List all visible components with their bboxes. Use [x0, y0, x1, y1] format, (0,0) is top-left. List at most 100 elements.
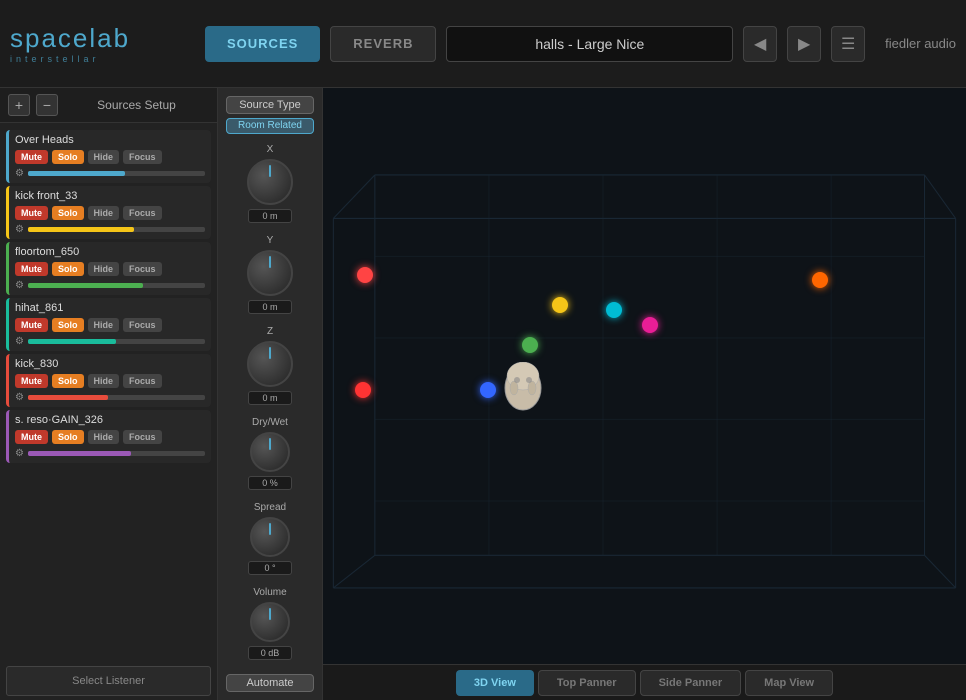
source-name-1: Over Heads	[15, 134, 205, 146]
view-tab-map[interactable]: Map View	[745, 670, 833, 696]
gear-icon-3[interactable]: ⚙	[15, 280, 24, 291]
solo-btn-1[interactable]: Solo	[52, 150, 84, 164]
hide-btn-6[interactable]: Hide	[88, 430, 120, 444]
gear-icon-1[interactable]: ⚙	[15, 168, 24, 179]
menu-button[interactable]: ☰	[831, 26, 865, 62]
automate-button[interactable]: Automate	[226, 674, 314, 692]
logo: spacelab interstellar	[10, 23, 195, 64]
focus-btn-4[interactable]: Focus	[123, 318, 162, 332]
source-dot-d4[interactable]	[606, 302, 622, 318]
volume-control: Volume 0 dB	[218, 587, 322, 660]
source-controls-6: Mute Solo Hide Focus	[15, 430, 205, 444]
mute-btn-6[interactable]: Mute	[15, 430, 48, 444]
y-knob[interactable]	[247, 250, 293, 296]
z-control: Z 0 m	[218, 326, 322, 405]
volume-knob[interactable]	[250, 602, 290, 642]
preset-display: halls - Large Nice	[446, 26, 733, 62]
source-fader-3: ⚙	[15, 280, 205, 291]
solo-btn-4[interactable]: Solo	[52, 318, 84, 332]
topbar: spacelab interstellar SOURCES REVERB hal…	[0, 0, 966, 88]
z-knob[interactable]	[247, 341, 293, 387]
fader-bar-6[interactable]	[28, 451, 205, 456]
z-label: Z	[267, 326, 273, 337]
solo-btn-6[interactable]: Solo	[52, 430, 84, 444]
mute-btn-3[interactable]: Mute	[15, 262, 48, 276]
hide-btn-2[interactable]: Hide	[88, 206, 120, 220]
focus-btn-1[interactable]: Focus	[123, 150, 162, 164]
source-item-2[interactable]: kick front_33 Mute Solo Hide Focus ⚙	[6, 186, 211, 239]
source-fader-4: ⚙	[15, 336, 205, 347]
prev-preset-button[interactable]: ◀	[743, 26, 777, 62]
listener-head	[501, 362, 545, 414]
source-dot-d2[interactable]	[552, 297, 568, 313]
3d-grid	[323, 88, 966, 664]
mute-btn-5[interactable]: Mute	[15, 374, 48, 388]
hide-btn-1[interactable]: Hide	[88, 150, 120, 164]
source-item-1[interactable]: Over Heads Mute Solo Hide Focus ⚙	[6, 130, 211, 183]
next-preset-button[interactable]: ▶	[787, 26, 821, 62]
gear-icon-5[interactable]: ⚙	[15, 392, 24, 403]
source-dot-d5[interactable]	[642, 317, 658, 333]
head-avatar	[501, 362, 545, 414]
gear-icon-6[interactable]: ⚙	[15, 448, 24, 459]
room-related-label: Room Related	[238, 120, 302, 131]
spread-control: Spread 0 °	[218, 502, 322, 575]
source-dot-d1[interactable]	[357, 267, 373, 283]
solo-btn-2[interactable]: Solo	[52, 206, 84, 220]
x-value: 0 m	[248, 209, 292, 223]
source-dot-d6[interactable]	[812, 272, 828, 288]
y-control: Y 0 m	[218, 235, 322, 314]
hide-btn-4[interactable]: Hide	[88, 318, 120, 332]
solo-btn-3[interactable]: Solo	[52, 262, 84, 276]
fader-bar-1[interactable]	[28, 171, 205, 176]
fader-bar-4[interactable]	[28, 339, 205, 344]
fader-bar-5[interactable]	[28, 395, 205, 400]
source-name-4: hihat_861	[15, 302, 205, 314]
hide-btn-3[interactable]: Hide	[88, 262, 120, 276]
sources-header: + − Sources Setup	[0, 88, 217, 123]
remove-source-button[interactable]: −	[36, 94, 58, 116]
fader-bar-2[interactable]	[28, 227, 205, 232]
mid-panel: Source Type Room Related X 0 m Y 0 m Z 0…	[218, 88, 323, 700]
focus-btn-5[interactable]: Focus	[123, 374, 162, 388]
main-area: + − Sources Setup Over Heads Mute Solo H…	[0, 88, 966, 700]
automate-label: Automate	[246, 677, 293, 689]
right-panel: 3D ViewTop PannerSide PannerMap View	[323, 88, 966, 700]
gear-icon-4[interactable]: ⚙	[15, 336, 24, 347]
source-name-2: kick front_33	[15, 190, 205, 202]
focus-btn-2[interactable]: Focus	[123, 206, 162, 220]
mute-btn-1[interactable]: Mute	[15, 150, 48, 164]
source-item-6[interactable]: s. reso·GAIN_326 Mute Solo Hide Focus ⚙	[6, 410, 211, 463]
focus-btn-3[interactable]: Focus	[123, 262, 162, 276]
tab-sources[interactable]: SOURCES	[205, 26, 320, 62]
fader-bar-3[interactable]	[28, 283, 205, 288]
mute-btn-4[interactable]: Mute	[15, 318, 48, 332]
spread-knob[interactable]	[250, 517, 290, 557]
add-source-button[interactable]: +	[8, 94, 30, 116]
source-fader-1: ⚙	[15, 168, 205, 179]
view-tab-side[interactable]: Side Panner	[640, 670, 742, 696]
source-dot-d3[interactable]	[522, 337, 538, 353]
dry-wet-knob[interactable]	[250, 432, 290, 472]
source-item-4[interactable]: hihat_861 Mute Solo Hide Focus ⚙	[6, 298, 211, 351]
source-dot-d8[interactable]	[355, 382, 371, 398]
mute-btn-2[interactable]: Mute	[15, 206, 48, 220]
view-tab-top[interactable]: Top Panner	[538, 670, 636, 696]
room-related-button[interactable]: Room Related	[226, 118, 314, 133]
source-item-3[interactable]: floortom_650 Mute Solo Hide Focus ⚙	[6, 242, 211, 295]
gear-icon-2[interactable]: ⚙	[15, 224, 24, 235]
source-type-button[interactable]: Source Type	[226, 96, 314, 114]
source-item-5[interactable]: kick_830 Mute Solo Hide Focus ⚙	[6, 354, 211, 407]
hide-btn-5[interactable]: Hide	[88, 374, 120, 388]
x-knob[interactable]	[247, 159, 293, 205]
tab-reverb[interactable]: REVERB	[330, 26, 436, 62]
select-listener-button[interactable]: Select Listener	[6, 666, 211, 696]
y-label: Y	[267, 235, 274, 246]
focus-btn-6[interactable]: Focus	[123, 430, 162, 444]
view-tab-3d[interactable]: 3D View	[456, 670, 534, 696]
solo-btn-5[interactable]: Solo	[52, 374, 84, 388]
view-area[interactable]	[323, 88, 966, 664]
source-fader-2: ⚙	[15, 224, 205, 235]
source-dot-d7[interactable]	[480, 382, 496, 398]
source-name-5: kick_830	[15, 358, 205, 370]
